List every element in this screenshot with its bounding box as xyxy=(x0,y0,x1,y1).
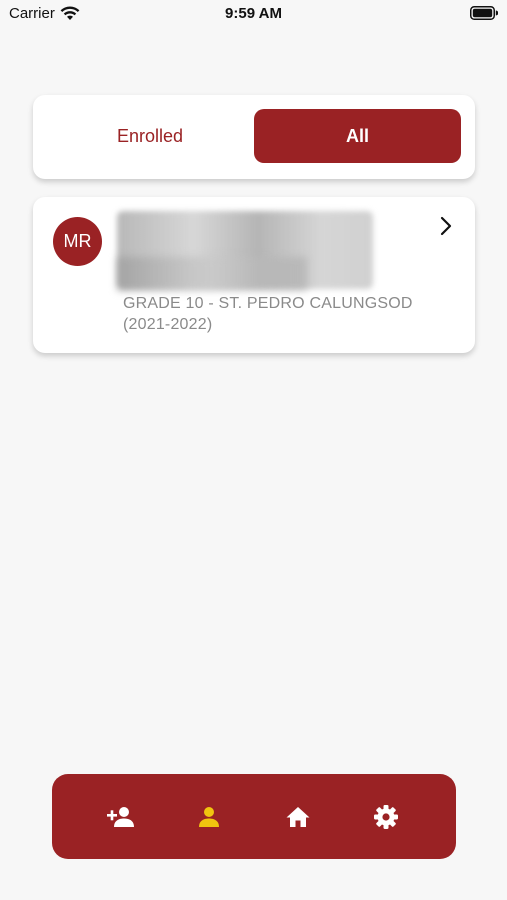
student-card[interactable]: MR GRADE 10 - ST. PEDRO CALUNGSOD (2021-… xyxy=(33,197,475,353)
gear-icon xyxy=(374,805,398,829)
battery-icon xyxy=(470,6,498,20)
nav-students[interactable] xyxy=(192,800,226,834)
status-time: 9:59 AM xyxy=(225,5,282,22)
home-icon xyxy=(286,807,310,827)
enrollment-filter: Enrolled All xyxy=(33,95,475,179)
bottom-navigation xyxy=(52,774,456,859)
avatar: MR xyxy=(53,217,102,266)
nav-home[interactable] xyxy=(281,800,315,834)
add-person-icon xyxy=(107,807,134,827)
tab-enrolled[interactable]: Enrolled xyxy=(47,109,253,163)
student-name-redacted-line xyxy=(117,257,307,291)
student-grade-section: GRADE 10 - ST. PEDRO CALUNGSOD (2021-202… xyxy=(123,295,413,333)
nav-settings[interactable] xyxy=(369,800,403,834)
chevron-right-icon[interactable] xyxy=(439,215,453,237)
tab-all[interactable]: All xyxy=(254,109,461,163)
nav-add-student[interactable] xyxy=(104,800,138,834)
person-icon xyxy=(199,807,219,827)
status-bar: Carrier 9:59 AM xyxy=(0,0,507,28)
